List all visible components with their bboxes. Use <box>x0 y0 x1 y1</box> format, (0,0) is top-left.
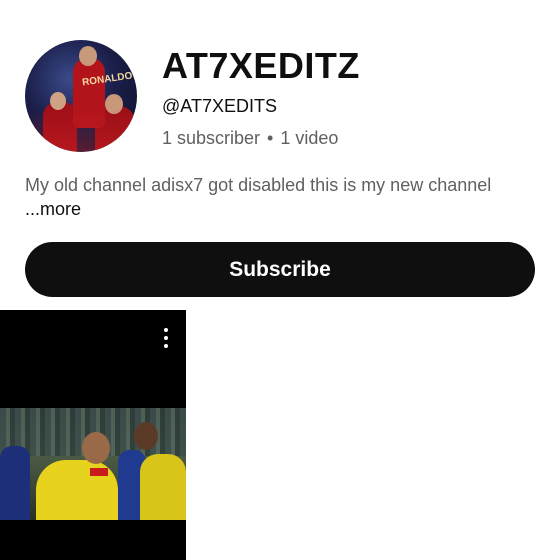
thumbnail-player-yellow-right <box>140 454 186 520</box>
more-vert-icon[interactable] <box>158 326 174 350</box>
channel-stats: 1 subscriber • 1 video <box>162 128 338 149</box>
subscribe-button[interactable]: Subscribe <box>25 242 535 297</box>
subscribe-label: Subscribe <box>229 257 331 281</box>
thumbnail-letterbox <box>0 520 186 560</box>
video-count: 1 video <box>280 128 339 148</box>
avatar-player-left-head <box>50 92 66 110</box>
avatar-glow <box>25 110 137 152</box>
channel-avatar[interactable]: RONALDO <box>25 40 137 152</box>
thumbnail-player-blue-left <box>0 446 30 520</box>
description-more-link[interactable]: ...more <box>25 199 81 219</box>
thumbnail-jersey-logo <box>90 468 108 476</box>
description-text: My old channel adisx7 got disabled this … <box>25 175 492 195</box>
video-thumbnail[interactable] <box>0 310 186 560</box>
thumbnail-scene <box>0 408 186 520</box>
subscriber-count: 1 subscriber <box>162 128 261 148</box>
avatar-player-center-head <box>79 46 97 66</box>
thumbnail-player-head-center <box>82 432 110 464</box>
channel-handle: @AT7XEDITS <box>162 96 277 116</box>
stats-separator: • <box>267 128 274 148</box>
channel-name: AT7XEDITZ <box>162 45 360 86</box>
thumbnail-player-head-right <box>134 422 158 450</box>
channel-description[interactable]: My old channel adisx7 got disabled this … <box>25 173 525 221</box>
